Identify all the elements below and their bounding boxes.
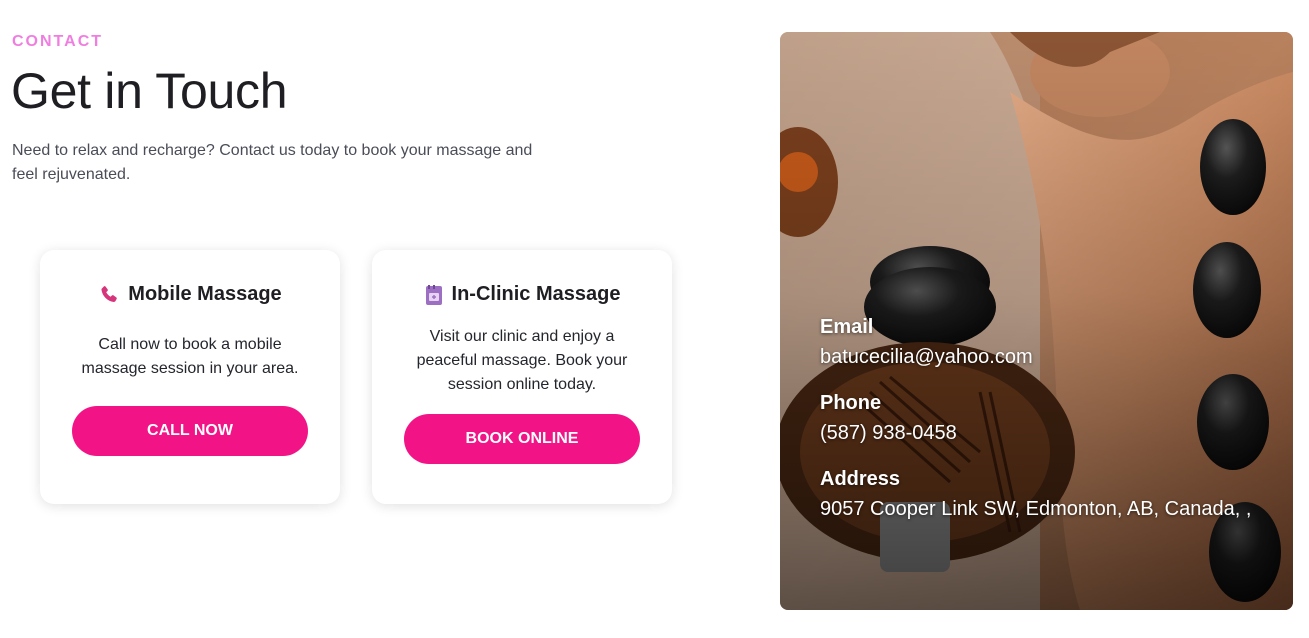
hot-stone-massage-image: Email batucecilia@yahoo.com Phone (587) …	[780, 32, 1293, 610]
card-title: In-Clinic Massage	[451, 283, 621, 305]
card-description: Visit our clinic and enjoy a peaceful ma…	[416, 328, 628, 393]
contact-section: CONTACT Get in Touch Need to relax and r…	[0, 0, 1309, 638]
phone-block: Phone (587) 938-0458	[820, 389, 957, 447]
page-title: Get in Touch	[11, 63, 288, 119]
phone-icon	[98, 284, 120, 306]
phone-link[interactable]: (587) 938-0458	[820, 419, 957, 447]
address-value: 9057 Cooper Link SW, Edmonton, AB, Canad…	[820, 498, 1252, 520]
card-heading: In-Clinic Massage	[372, 283, 672, 306]
planner-icon	[424, 284, 444, 306]
email-block: Email batucecilia@yahoo.com	[820, 313, 1033, 371]
phone-label: Phone	[820, 392, 882, 414]
address-label: Address	[820, 468, 901, 490]
mobile-massage-card: Mobile Massage Call now to book a mobile…	[40, 250, 340, 504]
in-clinic-massage-card: In-Clinic Massage Visit our clinic and e…	[372, 250, 672, 504]
card-heading: Mobile Massage	[40, 283, 340, 306]
address-block: Address 9057 Cooper Link SW, Edmonton, A…	[820, 465, 1260, 523]
email-link[interactable]: batucecilia@yahoo.com	[820, 343, 1033, 371]
book-online-button[interactable]: BOOK ONLINE	[404, 414, 640, 464]
section-eyebrow: CONTACT	[12, 33, 104, 50]
card-description: Call now to book a mobile massage sessio…	[81, 336, 299, 377]
intro-text: Need to relax and recharge? Contact us t…	[12, 142, 533, 183]
card-title: Mobile Massage	[128, 283, 282, 305]
call-now-button[interactable]: CALL NOW	[72, 406, 308, 456]
email-label: Email	[820, 316, 874, 338]
